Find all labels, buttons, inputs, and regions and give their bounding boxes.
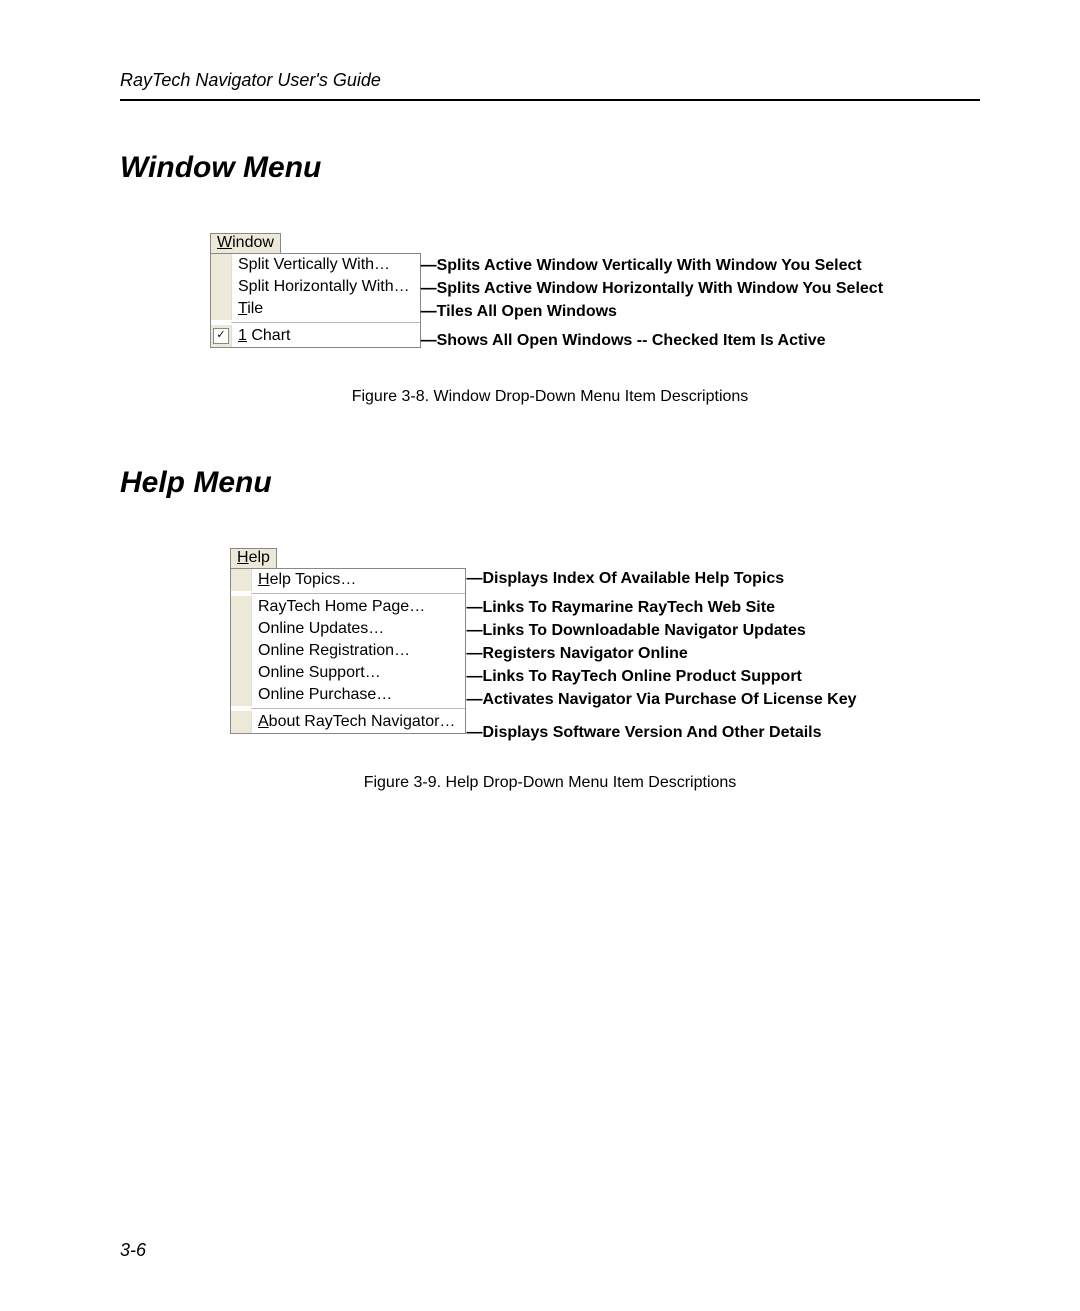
page-number: 3-6: [120, 1240, 146, 1261]
checkmark-icon: ✓: [213, 328, 229, 344]
menu-item-about[interactable]: About RayTech Navigator…: [231, 711, 465, 733]
help-descriptions: —Displays Index Of Available Help Topics…: [466, 548, 856, 744]
desc-split-vertically: —Splits Active Window Vertically With Wi…: [421, 255, 883, 278]
help-dropdown: Help Help Topics… RayTech Home Page… Onl…: [230, 548, 466, 734]
help-menu-title[interactable]: Help: [230, 548, 277, 569]
figure-window-menu: Window Split Vertically With… Split Hori…: [210, 225, 980, 358]
desc-online-support: —Links To RayTech Online Product Support: [466, 666, 856, 689]
menu-item-tile[interactable]: Tile: [211, 298, 420, 320]
figure-caption-help: Figure 3-9. Help Drop-Down Menu Item Des…: [120, 774, 980, 792]
figure-caption-window: Figure 3-8. Window Drop-Down Menu Item D…: [120, 388, 980, 406]
desc-raytech-home: —Links To Raymarine RayTech Web Site: [466, 597, 856, 620]
section-heading-window: Window Menu: [120, 151, 980, 185]
desc-1-chart: —Shows All Open Windows -- Checked Item …: [421, 324, 883, 358]
desc-split-horizontally: —Splits Active Window Horizontally With …: [421, 278, 883, 301]
desc-about: —Displays Software Version And Other Det…: [466, 718, 856, 744]
menu-separator: [251, 593, 465, 594]
menu-item-online-registration[interactable]: Online Registration…: [231, 640, 465, 662]
desc-tile: —Tiles All Open Windows: [421, 301, 883, 324]
section-heading-help: Help Menu: [120, 466, 980, 500]
menu-item-online-updates[interactable]: Online Updates…: [231, 618, 465, 640]
desc-help-topics: —Displays Index Of Available Help Topics: [466, 568, 856, 591]
menu-item-raytech-home[interactable]: RayTech Home Page…: [231, 596, 465, 618]
window-descriptions: —Splits Active Window Vertically With Wi…: [421, 233, 883, 358]
figure-help-menu: Help Help Topics… RayTech Home Page… Onl…: [230, 540, 980, 744]
window-menu-title[interactable]: Window: [210, 233, 281, 254]
menu-item-split-vertically[interactable]: Split Vertically With…: [211, 254, 420, 276]
desc-online-registration: —Registers Navigator Online: [466, 643, 856, 666]
window-dropdown: Window Split Vertically With… Split Hori…: [210, 233, 421, 348]
menu-item-help-topics[interactable]: Help Topics…: [231, 569, 465, 591]
desc-online-updates: —Links To Downloadable Navigator Updates: [466, 620, 856, 643]
menu-separator: [251, 708, 465, 709]
desc-online-purchase: —Activates Navigator Via Purchase Of Lic…: [466, 689, 856, 712]
menu-item-online-support[interactable]: Online Support…: [231, 662, 465, 684]
menu-separator: [231, 322, 420, 323]
menu-item-split-horizontally[interactable]: Split Horizontally With…: [211, 276, 420, 298]
menu-item-1-chart[interactable]: ✓ 1 Chart: [211, 325, 420, 347]
running-header: RayTech Navigator User's Guide: [120, 70, 980, 101]
menu-item-online-purchase[interactable]: Online Purchase…: [231, 684, 465, 706]
